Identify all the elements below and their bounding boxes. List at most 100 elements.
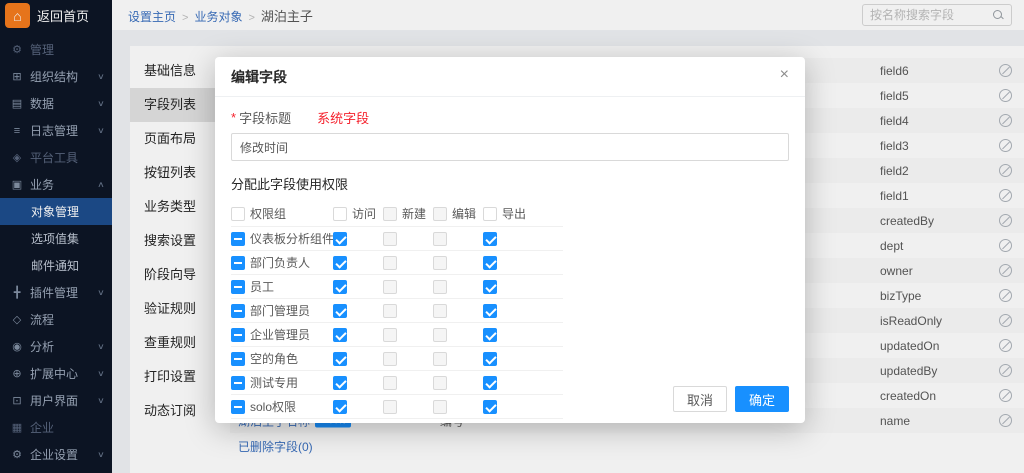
checkbox[interactable] [483, 280, 497, 294]
perm-cell [383, 232, 433, 246]
perm-cell [333, 400, 383, 414]
perm-group-name: solo权限 [250, 398, 296, 415]
checkbox [383, 376, 397, 390]
modal-body: * 字段标题 系统字段 分配此字段使用权限 权限组访问新建编辑导出仪表板分析组件… [215, 97, 805, 423]
perm-group-name: 单一权限 [250, 422, 298, 423]
perm-cell [433, 328, 483, 342]
checkbox[interactable] [333, 207, 347, 221]
perm-cell [483, 376, 533, 390]
perm-column-label: 新建 [402, 205, 426, 222]
perm-cell [383, 280, 433, 294]
perm-group-name: 测试专用 [250, 374, 298, 391]
modal-title: 编辑字段 [231, 67, 287, 87]
perm-header-cell: 权限组 [231, 205, 333, 222]
perm-cell [483, 256, 533, 270]
perm-cell [483, 232, 533, 246]
modal-header: 编辑字段 × [215, 57, 805, 97]
checkbox [433, 376, 447, 390]
checkbox[interactable] [483, 352, 497, 366]
checkbox [433, 207, 447, 221]
perm-header-cell: 导出 [483, 205, 533, 222]
perm-cell [383, 376, 433, 390]
checkbox[interactable] [333, 232, 347, 246]
checkbox[interactable] [231, 256, 245, 270]
perm-cell [383, 328, 433, 342]
checkbox [433, 232, 447, 246]
permission-section-title: 分配此字段使用权限 [231, 174, 789, 193]
perm-column-label: 访问 [352, 205, 376, 222]
perm-row-name-cell: 员工 [231, 278, 333, 295]
perm-row-name-cell: 仪表板分析组件 [231, 230, 333, 247]
perm-row-name-cell: 测试专用 [231, 374, 333, 391]
perm-group-name: 企业管理员 [250, 326, 310, 343]
perm-row-name-cell: 空的角色 [231, 350, 333, 367]
required-asterisk: * [231, 110, 236, 125]
perm-column-label: 权限组 [250, 205, 286, 222]
perm-group-name: 员工 [250, 278, 274, 295]
checkbox[interactable] [231, 376, 245, 390]
perm-cell [433, 400, 483, 414]
checkbox[interactable] [333, 304, 347, 318]
perm-column-label: 编辑 [452, 205, 476, 222]
perm-cell [383, 304, 433, 318]
checkbox[interactable] [231, 207, 245, 221]
field-title-input[interactable] [231, 133, 789, 161]
app-root: ⌂ 返回首页 ⚙管理⊞组织结构∨▤数据∨≡日志管理∨◈平台工具▣业务∧对象管理选… [0, 0, 1024, 473]
checkbox [383, 352, 397, 366]
perm-column-label: 导出 [502, 205, 526, 222]
checkbox [433, 256, 447, 270]
checkbox[interactable] [483, 328, 497, 342]
perm-row: 单一权限 [231, 419, 563, 423]
checkbox[interactable] [231, 328, 245, 342]
system-field-annotation: 系统字段 [317, 108, 369, 127]
checkbox[interactable] [483, 400, 497, 414]
perm-row: 部门负责人 [231, 251, 563, 275]
checkbox[interactable] [483, 304, 497, 318]
checkbox[interactable] [483, 256, 497, 270]
perm-header-row: 权限组 访问 新建 编辑 导出 [231, 201, 563, 227]
checkbox[interactable] [333, 352, 347, 366]
checkbox [383, 304, 397, 318]
checkbox[interactable] [483, 376, 497, 390]
checkbox[interactable] [333, 328, 347, 342]
perm-cell [383, 352, 433, 366]
perm-row: 企业管理员 [231, 323, 563, 347]
perm-cell [483, 352, 533, 366]
perm-cell [483, 280, 533, 294]
perm-cell [333, 232, 383, 246]
checkbox[interactable] [231, 352, 245, 366]
perm-group-name: 仪表板分析组件 [250, 230, 334, 247]
checkbox[interactable] [333, 280, 347, 294]
checkbox[interactable] [483, 232, 497, 246]
checkbox [383, 256, 397, 270]
perm-row-name-cell: solo权限 [231, 398, 333, 415]
checkbox[interactable] [231, 400, 245, 414]
cancel-button[interactable]: 取消 [673, 386, 727, 412]
checkbox [383, 400, 397, 414]
checkbox [433, 400, 447, 414]
checkbox[interactable] [483, 207, 497, 221]
checkbox[interactable] [231, 304, 245, 318]
checkbox[interactable] [231, 280, 245, 294]
perm-cell [433, 376, 483, 390]
checkbox[interactable] [333, 376, 347, 390]
perm-group-name: 空的角色 [250, 350, 298, 367]
perm-cell [333, 280, 383, 294]
perm-cell [433, 232, 483, 246]
checkbox[interactable] [231, 232, 245, 246]
checkbox[interactable] [333, 400, 347, 414]
modal-footer: 取消 确定 [673, 386, 789, 412]
perm-cell [333, 256, 383, 270]
perm-row-name-cell: 部门负责人 [231, 254, 333, 271]
edit-field-modal: 编辑字段 × * 字段标题 系统字段 分配此字段使用权限 权限组访问新建编辑导出… [215, 57, 805, 423]
perm-header-cell: 访问 [333, 205, 383, 222]
ok-button[interactable]: 确定 [735, 386, 789, 412]
checkbox [433, 280, 447, 294]
checkbox[interactable] [333, 256, 347, 270]
perm-cell [333, 328, 383, 342]
perm-group-name: 部门负责人 [250, 254, 310, 271]
close-icon[interactable]: × [780, 67, 789, 83]
checkbox [383, 232, 397, 246]
perm-cell [333, 376, 383, 390]
checkbox [383, 328, 397, 342]
